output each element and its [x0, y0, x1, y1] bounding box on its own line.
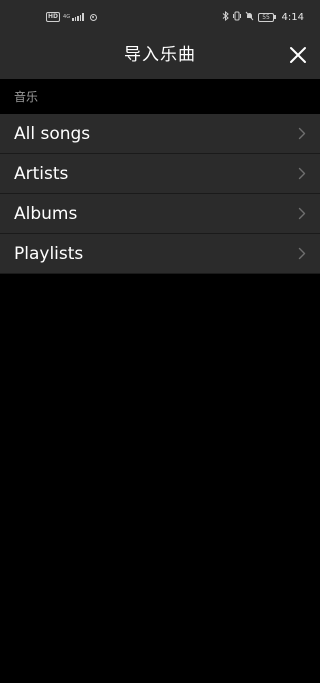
title-bar: 导入乐曲: [0, 36, 320, 79]
list-item-artists[interactable]: Artists: [0, 154, 320, 194]
mute-bell-icon: [245, 11, 254, 24]
list-item-label: Albums: [14, 204, 78, 224]
close-icon: [290, 47, 306, 63]
battery-icon: 55: [258, 12, 276, 22]
top-bar: HD 4G 55 4:14 导入乐曲: [0, 0, 320, 79]
close-button[interactable]: [288, 45, 308, 65]
app-window: HD 4G 55 4:14 导入乐曲 音乐 All songs Artists …: [0, 0, 320, 683]
music-source-list: All songs Artists Albums Playlists: [0, 114, 320, 274]
page-title: 导入乐曲: [124, 45, 196, 65]
status-left-group: HD 4G: [46, 11, 97, 23]
list-item-label: Artists: [14, 164, 69, 184]
status-right-group: 55 4:14: [222, 10, 304, 24]
status-bar: HD 4G 55 4:14: [0, 0, 320, 36]
list-item-label: Playlists: [14, 244, 84, 264]
list-item-albums[interactable]: Albums: [0, 194, 320, 234]
list-item-all-songs[interactable]: All songs: [0, 114, 320, 154]
list-item-label: All songs: [14, 124, 91, 144]
battery-level: 55: [258, 12, 275, 22]
bluetooth-icon: [222, 10, 229, 24]
signal-strength-icon: [72, 13, 84, 21]
network-type-indicator: 4G: [63, 13, 71, 20]
chevron-right-icon: [298, 247, 306, 260]
chevron-right-icon: [298, 127, 306, 140]
hotspot-icon: [89, 13, 97, 21]
list-item-playlists[interactable]: Playlists: [0, 234, 320, 274]
clock-time: 4:14: [281, 11, 304, 23]
chevron-right-icon: [298, 167, 306, 180]
vibrate-icon: [233, 11, 242, 24]
section-label-music: 音乐: [14, 90, 39, 104]
hd-badge: HD: [46, 12, 61, 22]
chevron-right-icon: [298, 207, 306, 220]
network-type-label: 4G: [63, 13, 71, 20]
section-header: 音乐: [0, 79, 320, 114]
